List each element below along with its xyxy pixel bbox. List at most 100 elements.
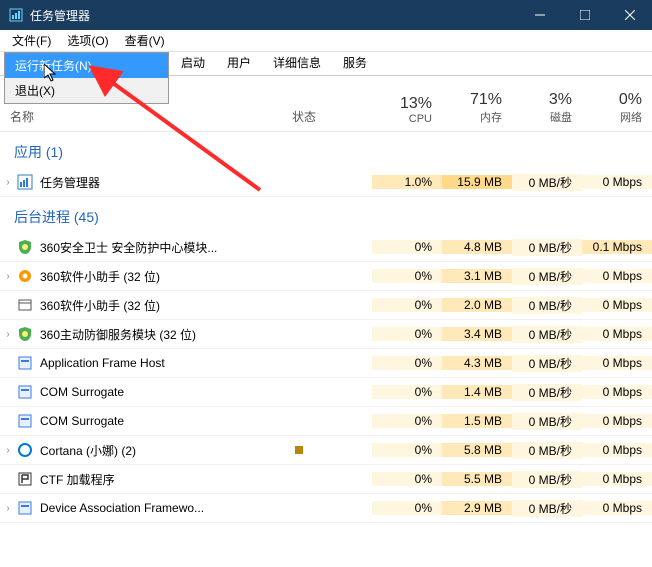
- titlebar: 任务管理器: [0, 0, 652, 30]
- disk-cell: 0 MB/秒: [512, 174, 582, 191]
- minimize-button[interactable]: [517, 0, 562, 30]
- cpu-cell: 0%: [372, 414, 442, 428]
- expand-icon[interactable]: ›: [0, 271, 16, 282]
- network-cell: 0 Mbps: [582, 472, 652, 486]
- network-cell: 0 Mbps: [582, 298, 652, 312]
- process-row[interactable]: ›Device Association Framewo...0%2.9 MB0 …: [0, 494, 652, 523]
- process-icon: [16, 173, 34, 191]
- column-memory[interactable]: 71% 内存: [442, 76, 512, 131]
- maximize-button[interactable]: [562, 0, 607, 30]
- memory-cell: 3.4 MB: [442, 327, 512, 341]
- memory-cell: 4.3 MB: [442, 356, 512, 370]
- memory-cell: 4.8 MB: [442, 240, 512, 254]
- process-icon: [16, 325, 34, 343]
- cpu-cell: 0%: [372, 356, 442, 370]
- process-name: COM Surrogate: [40, 414, 292, 428]
- expand-icon[interactable]: ›: [0, 503, 16, 514]
- memory-cell: 2.0 MB: [442, 298, 512, 312]
- menu-file[interactable]: 文件(F): [4, 30, 59, 51]
- process-name: 360软件小助手 (32 位): [40, 297, 292, 314]
- section-background: 后台进程 (45): [0, 197, 652, 233]
- process-name: 任务管理器: [40, 174, 292, 191]
- cpu-cell: 0%: [372, 240, 442, 254]
- disk-cell: 0 MB/秒: [512, 384, 582, 401]
- process-name: Application Frame Host: [40, 356, 292, 370]
- cpu-percent: 13%: [372, 95, 432, 113]
- process-name: CTF 加载程序: [40, 471, 292, 488]
- menu-item-exit[interactable]: 退出(X): [5, 78, 168, 103]
- process-list[interactable]: 应用 (1) ›任务管理器1.0%15.9 MB0 MB/秒0 Mbps 后台进…: [0, 132, 652, 567]
- process-icon: [16, 383, 34, 401]
- disk-cell: 0 MB/秒: [512, 355, 582, 372]
- disk-cell: 0 MB/秒: [512, 500, 582, 517]
- menu-options[interactable]: 选项(O): [59, 30, 116, 51]
- section-apps: 应用 (1): [0, 132, 652, 168]
- process-row[interactable]: CTF 加载程序0%5.5 MB0 MB/秒0 Mbps: [0, 465, 652, 494]
- tab-startup[interactable]: 启动: [170, 50, 216, 75]
- network-cell: 0 Mbps: [582, 175, 652, 189]
- column-disk[interactable]: 3% 磁盘: [512, 76, 582, 131]
- cpu-cell: 0%: [372, 327, 442, 341]
- process-row[interactable]: ›任务管理器1.0%15.9 MB0 MB/秒0 Mbps: [0, 168, 652, 197]
- network-cell: 0.1 Mbps: [582, 240, 652, 254]
- process-icon: [16, 267, 34, 285]
- disk-cell: 0 MB/秒: [512, 471, 582, 488]
- cpu-cell: 0%: [372, 501, 442, 515]
- network-cell: 0 Mbps: [582, 327, 652, 341]
- cpu-cell: 0%: [372, 385, 442, 399]
- column-status[interactable]: 状态: [292, 76, 372, 131]
- process-row[interactable]: COM Surrogate0%1.4 MB0 MB/秒0 Mbps: [0, 378, 652, 407]
- expand-icon[interactable]: ›: [0, 177, 16, 188]
- disk-label: 磁盘: [512, 109, 572, 125]
- process-row[interactable]: › 360主动防御服务模块 (32 位) 0%3.4 MB0 MB/秒0 Mbps: [0, 320, 652, 349]
- file-dropdown-menu: 运行新任务(N) 退出(X): [4, 52, 169, 104]
- menu-item-run-new-task[interactable]: 运行新任务(N): [5, 53, 168, 78]
- process-icon: [16, 470, 34, 488]
- process-row[interactable]: Application Frame Host 0%4.3 MB0 MB/秒0 Mb…: [0, 349, 652, 378]
- disk-cell: 0 MB/秒: [512, 239, 582, 256]
- disk-cell: 0 MB/秒: [512, 297, 582, 314]
- network-cell: 0 Mbps: [582, 414, 652, 428]
- process-icon: [16, 354, 34, 372]
- process-row[interactable]: 360软件小助手 (32 位)0%2.0 MB0 MB/秒0 Mbps: [0, 291, 652, 320]
- menubar: 文件(F) 选项(O) 查看(V): [0, 30, 652, 52]
- column-cpu[interactable]: 13% CPU: [372, 76, 442, 131]
- process-name: 360软件小助手 (32 位): [40, 268, 292, 285]
- expand-icon[interactable]: ›: [0, 445, 16, 456]
- process-row[interactable]: COM Surrogate0%1.5 MB0 MB/秒0 Mbps: [0, 407, 652, 436]
- process-row[interactable]: ›Cortana (小娜) (2)0%5.8 MB0 MB/秒0 Mbps: [0, 436, 652, 465]
- cpu-cell: 0%: [372, 269, 442, 283]
- tab-users[interactable]: 用户: [216, 50, 262, 75]
- network-label: 网络: [582, 109, 642, 125]
- cpu-cell: 0%: [372, 443, 442, 457]
- window-title: 任务管理器: [30, 7, 90, 24]
- process-row[interactable]: 360安全卫士 安全防护中心模块... 0%4.8 MB0 MB/秒0.1 Mbp…: [0, 233, 652, 262]
- cpu-label: CPU: [372, 113, 432, 125]
- process-icon: [16, 499, 34, 517]
- expand-icon[interactable]: ›: [0, 329, 16, 340]
- process-name: Cortana (小娜) (2): [40, 442, 292, 459]
- column-network[interactable]: 0% 网络: [582, 76, 652, 131]
- process-row[interactable]: ›360软件小助手 (32 位)0%3.1 MB0 MB/秒0 Mbps: [0, 262, 652, 291]
- network-cell: 0 Mbps: [582, 501, 652, 515]
- process-name: COM Surrogate: [40, 385, 292, 399]
- process-icon: [16, 412, 34, 430]
- memory-cell: 5.8 MB: [442, 443, 512, 457]
- process-name: Device Association Framewo...: [40, 501, 292, 515]
- disk-cell: 0 MB/秒: [512, 326, 582, 343]
- network-cell: 0 Mbps: [582, 356, 652, 370]
- tab-details[interactable]: 详细信息: [262, 50, 332, 75]
- process-name: 360安全卫士 安全防护中心模块...: [40, 239, 292, 256]
- menu-view[interactable]: 查看(V): [117, 30, 173, 51]
- process-name: 360主动防御服务模块 (32 位): [40, 326, 292, 343]
- disk-cell: 0 MB/秒: [512, 268, 582, 285]
- network-cell: 0 Mbps: [582, 443, 652, 457]
- disk-percent: 3%: [512, 91, 572, 109]
- tab-services[interactable]: 服务: [332, 50, 378, 75]
- close-button[interactable]: [607, 0, 652, 30]
- memory-cell: 3.1 MB: [442, 269, 512, 283]
- disk-cell: 0 MB/秒: [512, 413, 582, 430]
- memory-cell: 15.9 MB: [442, 175, 512, 189]
- process-icon: [16, 441, 34, 459]
- memory-percent: 71%: [442, 91, 502, 109]
